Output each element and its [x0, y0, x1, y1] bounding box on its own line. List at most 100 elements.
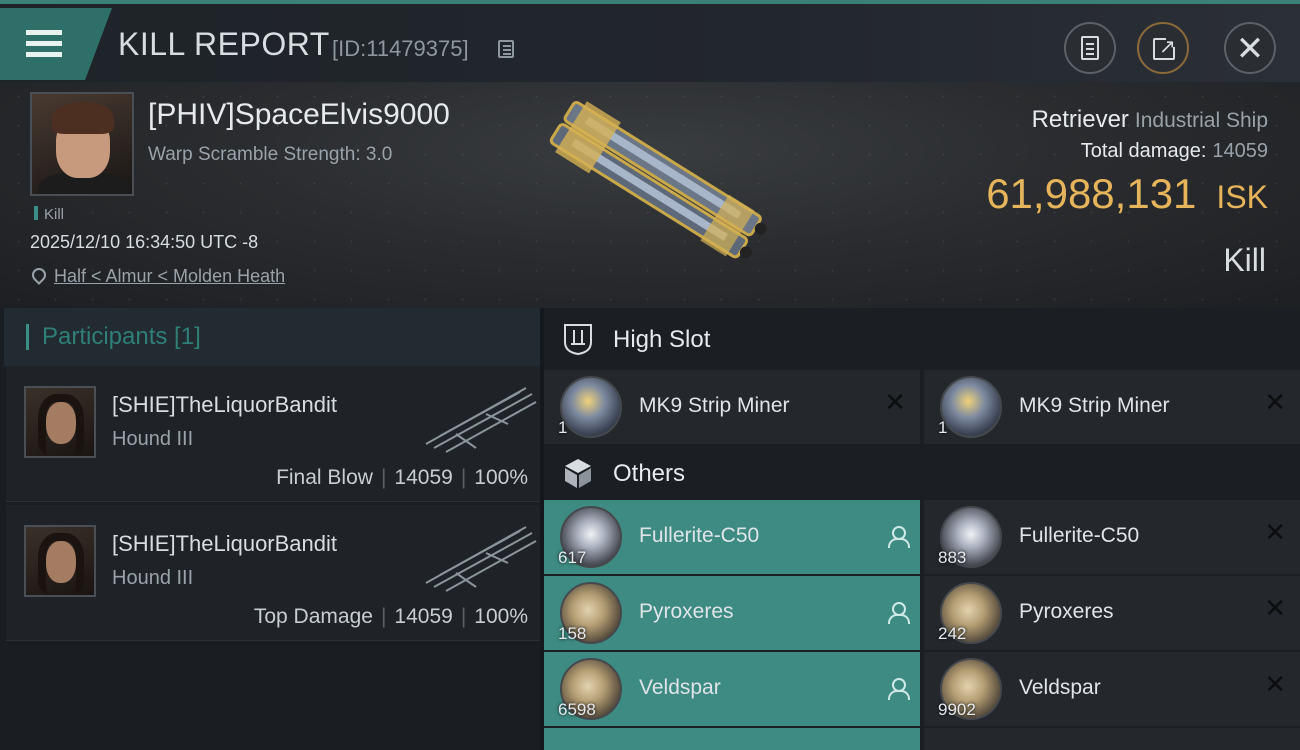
- top-bar: KILL REPORT [ID:11479375] ✕: [0, 0, 1300, 82]
- cargo-item[interactable]: 883 Fullerite-C50 ✕: [924, 500, 1300, 574]
- total-damage-label: Total damage:: [1080, 140, 1207, 162]
- participant-row[interactable]: [SHIE]TheLiquorBandit Hound III Final Bl…: [6, 366, 540, 502]
- participants-panel: Participants [1] [SHIE]TheLiquorBandit H…: [0, 308, 540, 750]
- cargo-item[interactable]: 242 Pyroxeres ✕: [924, 576, 1300, 650]
- close-button[interactable]: ✕: [1224, 22, 1276, 74]
- others-label: Others: [613, 460, 686, 487]
- item-name: Pyroxeres: [1019, 600, 1114, 623]
- location-link[interactable]: Half < Almur < Molden Heath: [54, 266, 285, 287]
- participant-damage: 14059: [394, 466, 453, 489]
- item-quantity: 1: [558, 418, 568, 437]
- item-name: Fullerite-C50: [639, 524, 760, 547]
- menu-button[interactable]: [0, 8, 112, 80]
- destroyed-icon: ✕: [1264, 518, 1286, 548]
- ship-title: Retriever Industrial Ship: [1032, 106, 1268, 134]
- destroyed-icon: ✕: [884, 388, 906, 418]
- cargo-item[interactable]: 6598 Veldspar: [544, 652, 920, 726]
- stats-separator: |: [460, 466, 467, 489]
- participant-role: Top Damage: [253, 605, 373, 628]
- kill-tag: Kill: [34, 206, 64, 223]
- item-quantity: 1: [938, 418, 948, 437]
- ship-render-image: [549, 101, 767, 259]
- person-icon: [888, 602, 910, 624]
- item-quantity: 6598: [558, 700, 596, 719]
- ship-name[interactable]: Retriever: [1032, 106, 1129, 133]
- item-name: Veldspar: [639, 676, 721, 699]
- item-name: MK9 Strip Miner: [639, 394, 790, 417]
- stats-separator: |: [380, 466, 387, 489]
- cargo-item[interactable]: 617 Fullerite-C50: [544, 500, 920, 574]
- participants-accent: [26, 324, 29, 350]
- cargo-item-partial[interactable]: [924, 728, 1300, 750]
- person-icon: [888, 678, 910, 700]
- avatar-hair: [38, 394, 84, 454]
- cargo-item[interactable]: 158 Pyroxeres: [544, 576, 920, 650]
- item-quantity: 158: [558, 624, 587, 643]
- stats-separator: |: [380, 605, 387, 628]
- victim-name[interactable]: [PHIV]SpaceElvis9000: [148, 98, 450, 132]
- high-slot-icon: [564, 324, 592, 356]
- item-name: MK9 Strip Miner: [1019, 394, 1170, 417]
- item-quantity: 883: [938, 548, 967, 567]
- item-name: Pyroxeres: [639, 600, 734, 623]
- menu-icon-bar: [26, 41, 62, 46]
- report-button[interactable]: [1064, 22, 1116, 74]
- item-name: Veldspar: [1019, 676, 1101, 699]
- participant-row[interactable]: [SHIE]TheLiquorBandit Hound III Top Dama…: [6, 505, 540, 641]
- avatar-hair: [38, 533, 84, 593]
- participant-name[interactable]: [SHIE]TheLiquorBandit: [112, 392, 337, 418]
- report-id: [ID:11479375]: [332, 36, 469, 61]
- participant-avatar[interactable]: [24, 525, 96, 597]
- destroyed-icon: ✕: [1264, 670, 1286, 700]
- high-slot-item[interactable]: 1 MK9 Strip Miner ✕: [544, 370, 920, 444]
- share-icon: [1153, 34, 1176, 60]
- participant-ship: Hound III: [112, 567, 194, 589]
- participant-ship-icon[interactable]: [416, 513, 540, 593]
- destroyed-icon: ✕: [1264, 594, 1286, 624]
- high-slot-label: High Slot: [613, 326, 711, 353]
- total-damage-value: 14059: [1212, 140, 1268, 162]
- participant-name[interactable]: [SHIE]TheLiquorBandit: [112, 531, 337, 557]
- item-name: Fullerite-C50: [1019, 524, 1140, 547]
- participant-avatar[interactable]: [24, 386, 96, 458]
- participants-header[interactable]: Participants [1]: [4, 308, 540, 366]
- participant-percent: 100%: [474, 605, 528, 628]
- participant-damage: 14059: [394, 605, 453, 628]
- cargo-box-icon: [565, 459, 591, 488]
- portrait-hair: [52, 102, 114, 134]
- ship-class: Industrial Ship: [1134, 109, 1268, 132]
- kill-datetime: 2025/12/10 16:34:50 UTC -8: [30, 232, 259, 252]
- kill-result: Kill: [1223, 242, 1266, 278]
- item-quantity: 9902: [938, 700, 976, 719]
- page-title: KILL REPORT: [118, 26, 330, 62]
- cargo-item[interactable]: 9902 Veldspar ✕: [924, 652, 1300, 726]
- participant-role: Final Blow: [276, 466, 373, 489]
- high-slot-header: High Slot: [544, 308, 1300, 370]
- item-quantity: 617: [558, 548, 587, 567]
- cargo-item-partial[interactable]: [544, 728, 920, 750]
- item-quantity: 242: [938, 624, 967, 643]
- total-damage: Total damage: 14059: [1081, 140, 1268, 163]
- menu-icon: [26, 30, 62, 35]
- stats-separator: |: [460, 605, 467, 628]
- destroyed-icon: ✕: [1264, 388, 1286, 418]
- participant-ship-icon[interactable]: [416, 374, 540, 454]
- warp-scramble-strength: Warp Scramble Strength: 3.0: [148, 144, 393, 165]
- victim-portrait[interactable]: [30, 92, 134, 196]
- kill-summary: [PHIV]SpaceElvis9000 Warp Scramble Stren…: [0, 82, 1300, 308]
- menu-icon-bar: [26, 52, 62, 57]
- share-button[interactable]: [1137, 22, 1189, 74]
- isk-value: 61,988,131 ISK: [986, 170, 1268, 218]
- participant-percent: 100%: [474, 466, 528, 489]
- participant-stats: Top Damage | 14059 | 100%: [254, 605, 528, 629]
- person-icon: [888, 526, 910, 548]
- participants-title: Participants [1]: [42, 323, 201, 350]
- participant-stats: Final Blow | 14059 | 100%: [276, 466, 528, 490]
- high-slot-item[interactable]: 1 MK9 Strip Miner ✕: [924, 370, 1300, 444]
- item-icon: [560, 376, 622, 438]
- location-pin-icon: [29, 265, 49, 285]
- participant-ship: Hound III: [112, 428, 194, 450]
- copy-icon[interactable]: [498, 40, 514, 58]
- fitting-panel: High Slot 1 MK9 Strip Miner ✕ 1 MK9 Stri…: [544, 308, 1300, 750]
- close-icon: ✕: [1235, 29, 1265, 69]
